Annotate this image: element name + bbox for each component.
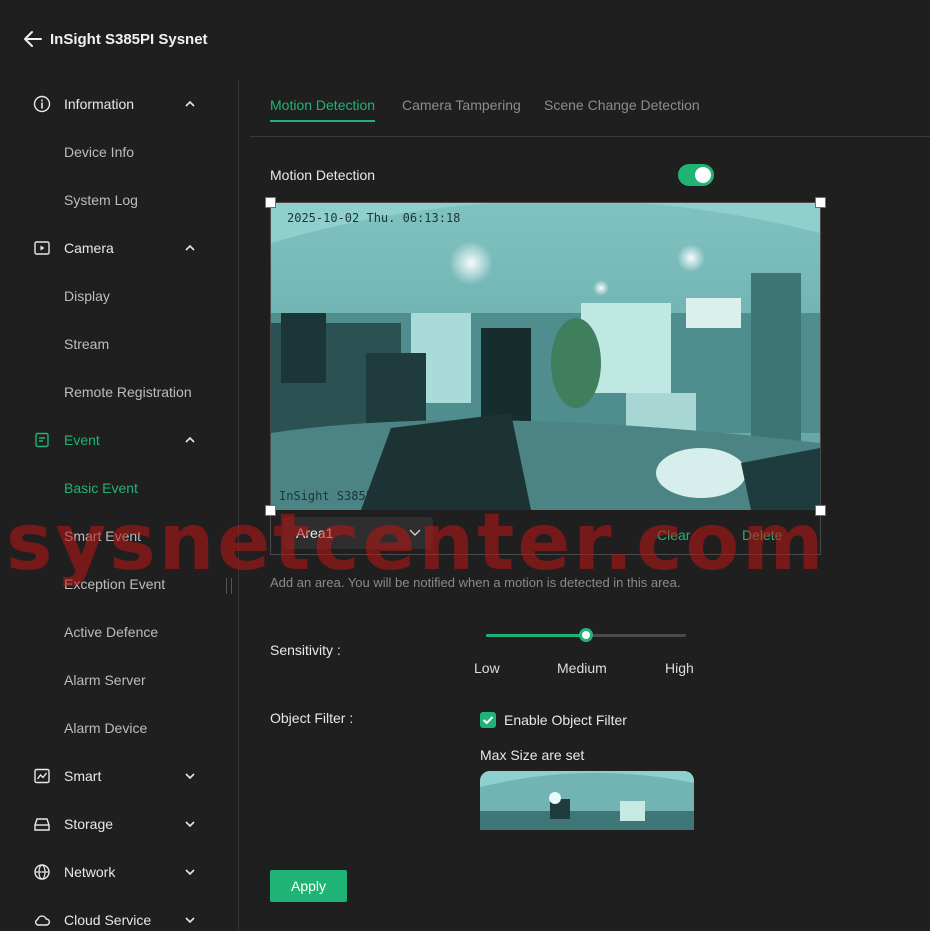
sidebar-item-label: Smart Event (64, 528, 142, 544)
tab-motion-detection[interactable]: Motion Detection (270, 97, 376, 122)
sensitivity-slider-fill (486, 634, 586, 637)
sidebar-item-label: Event (64, 432, 100, 448)
sensitivity-slider[interactable] (486, 628, 686, 642)
checkmark-icon (482, 716, 494, 725)
sidebar-item-smart[interactable]: Smart (0, 752, 238, 800)
sidebar-item-alarm-device[interactable]: Alarm Device (0, 704, 238, 752)
camera-area-editor: 2025-10-02 Thu. 06:13:18 InSight S385PI … (270, 202, 821, 555)
delete-area-button[interactable]: Delete (742, 527, 782, 543)
toggle-knob (695, 167, 711, 183)
tab-scene-change-detection[interactable]: Scene Change Detection (544, 97, 700, 120)
object-filter-label: Object Filter : (270, 710, 354, 726)
cloud-icon (35, 915, 51, 926)
play-icon (34, 241, 50, 255)
area-handle-bottom-right[interactable] (815, 505, 826, 516)
sidebar-item-display[interactable]: Display (0, 272, 238, 320)
sidebar-item-stream[interactable]: Stream (0, 320, 238, 368)
area-handle-top-right[interactable] (815, 197, 826, 208)
sidebar-item-storage[interactable]: Storage (0, 800, 238, 848)
sidebar-item-system-log[interactable]: System Log (0, 176, 238, 224)
sidebar-item-network[interactable]: Network (0, 848, 238, 896)
sensitivity-label: Sensitivity : (270, 642, 341, 658)
event-icon (35, 432, 49, 448)
area-select-value: Area1 (296, 525, 334, 541)
sidebar-item-label: Device Info (64, 144, 135, 160)
sidebar-item-label: Stream (64, 336, 110, 352)
chevron-down-icon (409, 529, 421, 536)
sidebar-item-label: Camera (64, 240, 114, 256)
sensitivity-level-low: Low (474, 660, 500, 676)
top-bar: InSight S385PI Sysnet (0, 0, 930, 80)
sidebar-item-label: Display (64, 288, 110, 304)
chevron-down-icon (185, 917, 195, 924)
sidebar-item-label: Network (64, 864, 116, 880)
sidebar-item-label: Exception Event (64, 576, 166, 592)
sidebar-item-remote-registration[interactable]: Remote Registration (0, 368, 238, 416)
osd-device-name: InSight S385PI 1.0_81F9 (279, 489, 446, 503)
chevron-down-icon (185, 773, 195, 780)
back-arrow-icon[interactable] (22, 28, 44, 50)
sidebar-item-camera[interactable]: Camera (0, 224, 238, 272)
sidebar-item-label: Remote Registration (64, 384, 192, 400)
sidebar-item-exception-event[interactable]: Exception Event (0, 560, 238, 608)
sensitivity-level-medium: Medium (557, 660, 607, 676)
sidebar-item-label: Information (64, 96, 135, 112)
chart-icon (34, 768, 50, 784)
sidebar-item-label: Alarm Server (64, 672, 146, 688)
clear-area-button[interactable]: Clear (657, 527, 690, 543)
sidebar-item-label: Basic Event (64, 480, 138, 496)
sidebar-item-label: System Log (64, 192, 138, 208)
area-toolbar: Area1 Clear Delete (271, 511, 820, 555)
sidebar-item-label: Alarm Device (64, 720, 148, 736)
sidebar-item-device-info[interactable]: Device Info (0, 128, 238, 176)
enable-object-filter-checkbox[interactable] (480, 712, 496, 728)
apply-button[interactable]: Apply (270, 870, 347, 902)
sensitivity-slider-thumb[interactable] (579, 628, 593, 642)
max-size-label: Max Size are set (480, 747, 585, 763)
globe-icon (34, 864, 50, 880)
chevron-down-icon (185, 869, 195, 876)
sidebar: Information Device Info System Log Camer… (0, 80, 239, 931)
max-size-preview[interactable] (480, 771, 694, 830)
preview-scene-image (480, 771, 694, 830)
area-hint-text: Add an area. You will be notified when a… (270, 575, 681, 590)
area-handle-bottom-left[interactable] (265, 505, 276, 516)
camera-scene-image (271, 203, 820, 510)
sidebar-item-cloud-service[interactable]: Cloud Service (0, 896, 238, 931)
osd-timestamp: 2025-10-02 Thu. 06:13:18 (287, 211, 461, 225)
sidebar-item-label: Smart (64, 768, 102, 784)
sidebar-item-basic-event[interactable]: Basic Event (0, 464, 238, 512)
sidebar-item-label: Active Defence (64, 624, 159, 640)
sidebar-item-label: Cloud Service (64, 912, 152, 928)
tab-bar: Motion Detection Camera Tampering Scene … (250, 80, 930, 137)
tab-camera-tampering[interactable]: Camera Tampering (402, 97, 521, 120)
chevron-up-icon (185, 100, 195, 107)
sidebar-item-smart-event[interactable]: Smart Event (0, 512, 238, 560)
sidebar-item-event[interactable]: Event (0, 416, 238, 464)
camera-preview[interactable]: 2025-10-02 Thu. 06:13:18 InSight S385PI … (271, 203, 820, 510)
enable-object-filter-label: Enable Object Filter (504, 712, 627, 728)
motion-detection-toggle[interactable] (678, 164, 714, 186)
area-handle-top-left[interactable] (265, 197, 276, 208)
motion-detection-label: Motion Detection (270, 167, 376, 183)
chevron-up-icon (185, 436, 195, 443)
chevron-down-icon (185, 821, 195, 828)
sidebar-item-information[interactable]: Information (0, 80, 238, 128)
info-icon (33, 95, 51, 113)
sidebar-item-active-defence[interactable]: Active Defence (0, 608, 238, 656)
device-title: InSight S385PI Sysnet (50, 31, 208, 48)
sidebar-item-label: Storage (64, 816, 114, 832)
storage-icon (34, 818, 50, 831)
area-select[interactable]: Area1 (283, 517, 433, 549)
sidebar-item-alarm-server[interactable]: Alarm Server (0, 656, 238, 704)
sensitivity-level-high: High (665, 660, 694, 676)
chevron-up-icon (185, 244, 195, 251)
